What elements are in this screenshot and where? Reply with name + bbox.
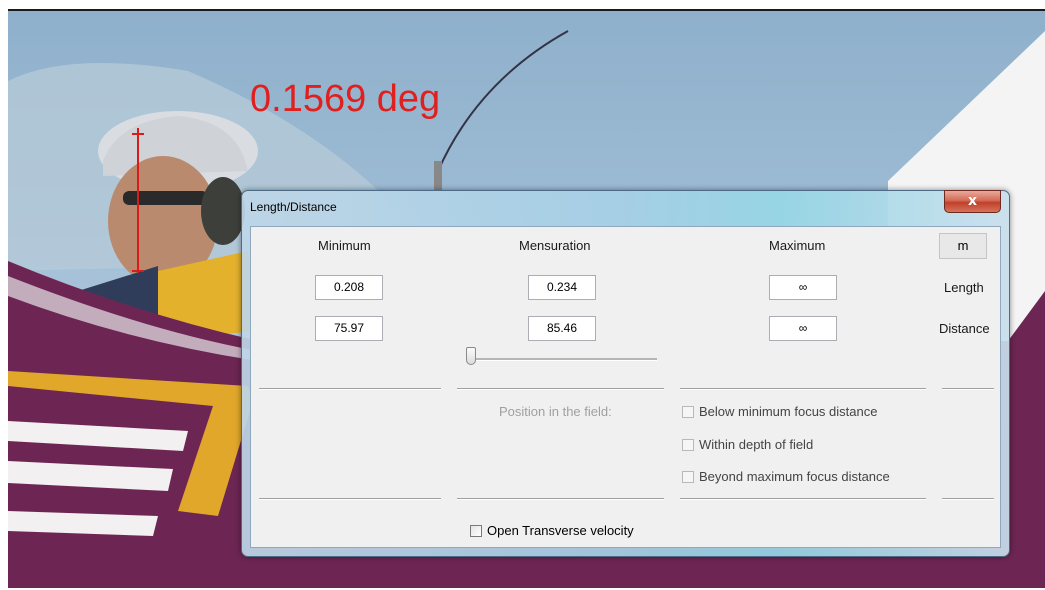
distance-maximum-field[interactable]: ∞ (769, 316, 837, 341)
separator (457, 498, 664, 500)
length-label: Length (944, 280, 984, 295)
measurement-top-marker[interactable] (132, 133, 144, 135)
within-depth-of-field-checkbox[interactable]: Within depth of field (682, 437, 813, 455)
checkbox-label: Within depth of field (699, 437, 814, 452)
checkbox-icon[interactable] (470, 525, 482, 537)
top-strip (0, 0, 1045, 9)
length-mensuration-field[interactable]: 0.234 (528, 275, 596, 300)
position-slider-track[interactable] (471, 358, 657, 361)
checkbox-icon[interactable] (682, 471, 694, 483)
checkbox-icon[interactable] (682, 439, 694, 451)
checkbox-label: Below minimum focus distance (699, 404, 878, 419)
angle-readout: 0.1569 deg (250, 78, 441, 120)
dialog-title: Length/Distance (250, 200, 337, 214)
open-transverse-velocity-checkbox[interactable]: Open Transverse velocity (470, 523, 634, 538)
length-distance-dialog: Length/Distance x Minimum Mensuration Ma… (241, 190, 1010, 557)
distance-mensuration-field[interactable]: 85.46 (528, 316, 596, 341)
separator (457, 388, 664, 390)
separator (942, 498, 994, 500)
separator (259, 388, 441, 390)
dialog-client-area: Minimum Mensuration Maximum m 0.208 0.23… (250, 226, 1001, 548)
separator (680, 388, 926, 390)
minimum-header: Minimum (318, 238, 371, 253)
checkbox-label: Beyond maximum focus distance (699, 469, 890, 484)
below-min-focus-checkbox[interactable]: Below minimum focus distance (682, 404, 877, 422)
measurement-bottom-marker[interactable] (132, 270, 144, 272)
mensuration-header: Mensuration (519, 238, 591, 253)
position-in-field-label: Position in the field: (499, 404, 612, 419)
separator (259, 498, 441, 500)
close-button[interactable]: x (944, 190, 1001, 213)
maximum-header: Maximum (769, 238, 826, 253)
position-slider-thumb[interactable] (466, 347, 476, 365)
measurement-line[interactable] (137, 128, 139, 273)
checkbox-icon[interactable] (682, 406, 694, 418)
separator (680, 498, 926, 500)
distance-minimum-field[interactable]: 75.97 (315, 316, 383, 341)
length-minimum-field[interactable]: 0.208 (315, 275, 383, 300)
unit-selector[interactable]: m (939, 233, 987, 259)
beyond-max-focus-checkbox[interactable]: Beyond maximum focus distance (682, 469, 890, 487)
distance-label: Distance (939, 321, 990, 336)
separator (942, 388, 994, 390)
length-maximum-field[interactable]: ∞ (769, 275, 837, 300)
checkbox-label: Open Transverse velocity (487, 523, 634, 538)
